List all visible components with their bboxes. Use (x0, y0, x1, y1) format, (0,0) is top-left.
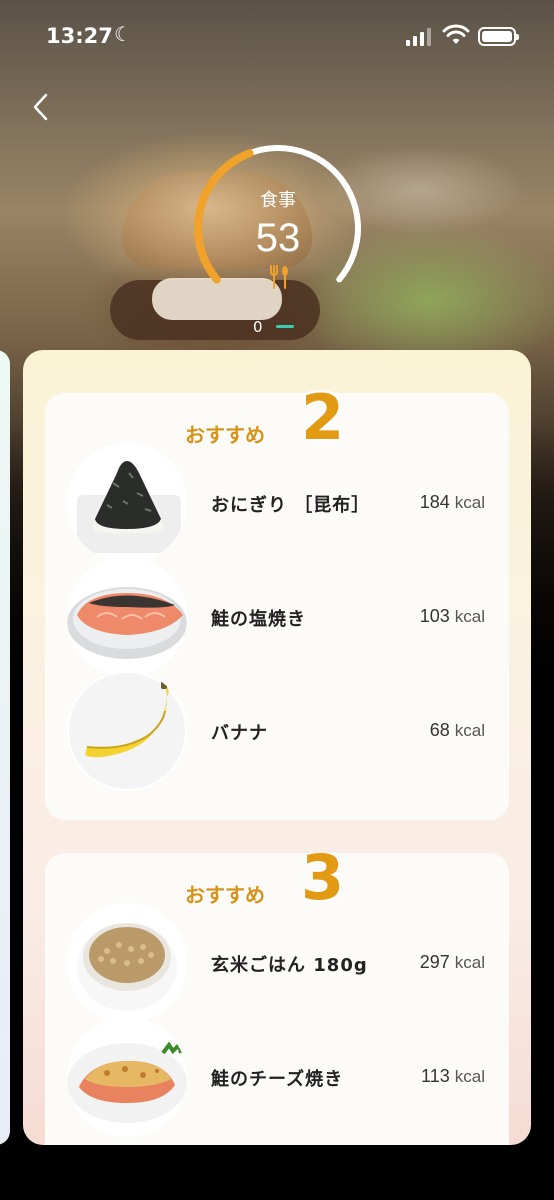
previous-card-peek[interactable] (0, 350, 10, 1145)
food-item[interactable]: 鮭のチーズ焼き 113 kcal (45, 1017, 509, 1137)
food-calories: 297 kcal (419, 952, 485, 972)
brown-rice-image (67, 903, 187, 1023)
food-name: 玄米ごはん 180g (211, 955, 368, 976)
food-name: 鮭の塩焼き (211, 609, 306, 630)
status-time: 13:27 (46, 24, 113, 48)
food-calories: 113 kcal (421, 1066, 485, 1086)
food-name: バナナ (211, 723, 268, 744)
recommendation-card: おすすめ 2 おにぎり ［昆布］ 184 kcal 鮭の塩焼き 103 kcal… (23, 350, 531, 1145)
food-calories: 68 kcal (429, 720, 485, 740)
meal-score-gauge: 食事 53 (190, 140, 366, 316)
food-item[interactable]: 鮭の塩焼き 103 kcal (45, 557, 509, 677)
gauge-value: 53 (255, 216, 301, 260)
battery-icon (478, 27, 519, 46)
recommendation-section-3: おすすめ 3 玄米ごはん 180g 297 kcal 鮭のチーズ焼き 113 k… (45, 853, 509, 1145)
recommendation-section-2: おすすめ 2 おにぎり ［昆布］ 184 kcal 鮭の塩焼き 103 kcal… (45, 381, 509, 820)
food-name: 鮭のチーズ焼き (211, 1069, 344, 1090)
gauge-label: 食事 (260, 190, 296, 211)
status-bar: 13:27 ☾ (0, 0, 554, 72)
food-calories: 184 kcal (419, 492, 485, 512)
food-calories: 103 kcal (419, 606, 485, 626)
fork-knife-icon (270, 265, 288, 289)
gauge-min-indicator (276, 325, 294, 328)
banana-image (67, 671, 187, 791)
grilled-salmon-image (67, 557, 187, 677)
moon-icon: ☾ (114, 22, 132, 46)
back-chevron-icon[interactable] (30, 92, 54, 122)
food-item[interactable]: おにぎり ［昆布］ 184 kcal (45, 443, 509, 563)
cheese-salmon-image (67, 1017, 187, 1137)
cellular-signal-icon (406, 28, 432, 46)
wifi-icon (442, 24, 470, 44)
onigiri-image (67, 443, 187, 563)
gauge-min-label: 0 (253, 318, 263, 336)
food-name: おにぎり ［昆布］ (211, 495, 371, 516)
food-item[interactable]: バナナ 68 kcal (45, 671, 509, 791)
food-item[interactable]: 玄米ごはん 180g 297 kcal (45, 903, 509, 1023)
